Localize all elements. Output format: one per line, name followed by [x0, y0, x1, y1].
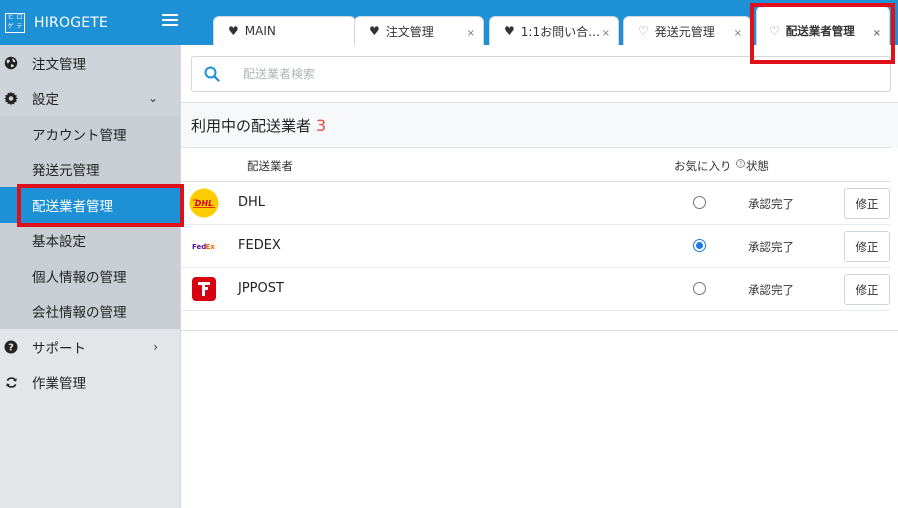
carrier-name: JPPOST	[238, 281, 284, 296]
edit-button[interactable]: 修正	[844, 231, 890, 262]
logo-char: ロ	[16, 14, 23, 21]
fedex-logo: Fed Ex	[189, 232, 219, 260]
edit-button[interactable]: 修正	[844, 188, 890, 219]
sidebar-item-shipper-management[interactable]: 発送元管理	[0, 151, 180, 187]
sidebar-item-label: 会社情報の管理	[32, 305, 127, 322]
brand[interactable]: ヒ ロ ゲ テ HIROGETE	[0, 0, 180, 45]
main-content: 利用中の配送業者3 配送業者 お気に入り ? 状態 DHL DHL 承認完了 修…	[181, 45, 898, 508]
sidebar-item-work-management[interactable]: 作業管理	[0, 364, 180, 400]
sidebar-item-label: サポート	[32, 340, 86, 357]
header-favorite: お気に入り	[674, 159, 732, 173]
logo-char: テ	[16, 23, 23, 30]
tab-label: MAIN	[244, 24, 276, 38]
panel-title: 利用中の配送業者 3	[191, 115, 326, 136]
menu-toggle-icon[interactable]	[162, 14, 178, 28]
sidebar-item-label: 設定	[32, 92, 59, 109]
tab-label: 配送業者管理	[785, 24, 855, 38]
jppost-logo	[189, 275, 219, 303]
edit-button[interactable]: 修正	[844, 274, 890, 305]
carrier-name: FEDEX	[238, 238, 281, 253]
gear-icon	[4, 91, 18, 106]
sidebar-item-label: 注文管理	[32, 56, 86, 73]
close-icon[interactable]: ×	[734, 28, 742, 39]
search-box	[191, 56, 891, 92]
sidebar-item-settings[interactable]: 設定 ⌄	[0, 80, 180, 116]
table-header: 配送業者 お気に入り ? 状態	[181, 148, 891, 182]
chevron-right-icon: ›	[153, 339, 158, 354]
table-row: Fed Ex FEDEX 承認完了 修正	[181, 225, 891, 268]
favorite-radio[interactable]	[693, 282, 706, 295]
favorite-radio[interactable]	[693, 196, 706, 209]
sidebar-item-basic-settings[interactable]: 基本設定	[0, 222, 180, 258]
header-carrier: 配送業者	[247, 159, 293, 173]
tab-label: 注文管理	[385, 24, 434, 39]
heart-outline-icon: ♡	[638, 24, 649, 38]
table-row: DHL DHL 承認完了 修正	[181, 182, 891, 225]
heart-filled-icon: ♥	[504, 24, 515, 38]
sidebar-item-carrier-management[interactable]: 配送業者管理	[0, 187, 180, 223]
header-status: 状態	[746, 159, 769, 173]
carrier-table: 配送業者 お気に入り ? 状態 DHL DHL 承認完了 修正 Fed Ex FE…	[181, 147, 891, 311]
sidebar-item-label: 個人情報の管理	[32, 269, 127, 286]
question-circle-icon: ?	[4, 340, 18, 354]
close-icon[interactable]: ×	[602, 28, 610, 39]
brand-logo: ヒ ロ ゲ テ	[5, 12, 25, 33]
status-text: 承認完了	[748, 240, 794, 254]
tab-shipper-management[interactable]: ♡ 発送元管理 ×	[623, 16, 751, 45]
sidebar-item-order-management[interactable]: 注文管理	[0, 45, 180, 81]
help-icon[interactable]: ?	[736, 159, 745, 168]
tab-inquiry[interactable]: ♥ 1:1お問い合… ×	[489, 16, 619, 45]
sidebar-item-company-info[interactable]: 会社情報の管理	[0, 293, 180, 329]
sidebar-item-personal-info[interactable]: 個人情報の管理	[0, 258, 180, 294]
favorite-radio[interactable]	[693, 239, 706, 252]
dhl-logo: DHL	[189, 188, 219, 218]
tab-label: 発送元管理	[654, 24, 715, 39]
panel-title-text: 利用中の配送業者	[191, 117, 312, 135]
carrier-name: DHL	[238, 195, 266, 210]
status-text: 承認完了	[748, 197, 794, 211]
refresh-icon	[4, 375, 18, 389]
sidebar-item-label: 配送業者管理	[32, 198, 113, 215]
sidebar-item-label: アカウント管理	[32, 127, 127, 144]
carrier-count: 3	[316, 116, 327, 135]
brand-name: HIROGETE	[34, 14, 109, 31]
svg-text:?: ?	[8, 342, 14, 353]
close-icon[interactable]: ×	[873, 28, 881, 39]
sidebar: 注文管理 設定 ⌄ アカウント管理 発送元管理 配送業者管理 基本設定 個人情報…	[0, 45, 181, 508]
heart-filled-icon: ♥	[369, 24, 380, 38]
heart-outline-icon: ♡	[769, 24, 780, 38]
sidebar-item-label: 基本設定	[32, 234, 86, 251]
status-text: 承認完了	[748, 283, 794, 297]
table-row: JPPOST 承認完了 修正	[181, 268, 891, 311]
tab-main[interactable]: ♥ MAIN	[213, 16, 356, 45]
close-icon[interactable]: ×	[467, 28, 475, 39]
globe-icon	[4, 56, 18, 70]
sidebar-item-label: 作業管理	[32, 376, 86, 393]
top-bar: ヒ ロ ゲ テ HIROGETE ♥ MAIN ♥ 注文管理 × ♥ 1:1お問…	[0, 0, 898, 55]
chevron-down-icon: ⌄	[147, 91, 158, 106]
search-icon[interactable]	[204, 66, 220, 82]
logo-char: ヒ	[7, 14, 14, 21]
sidebar-item-support[interactable]: ? サポート ›	[0, 329, 180, 365]
svg-text:Fed: Fed	[192, 243, 206, 251]
divider	[181, 330, 898, 331]
search-input[interactable]	[243, 67, 843, 81]
sidebar-item-account-management[interactable]: アカウント管理	[0, 116, 180, 152]
tab-order-management[interactable]: ♥ 注文管理 ×	[354, 16, 484, 45]
search-bar	[181, 45, 898, 103]
logo-char: ゲ	[7, 23, 14, 30]
svg-text:Ex: Ex	[206, 243, 216, 251]
tab-label: 1:1お問い合…	[520, 24, 601, 39]
heart-filled-icon: ♥	[228, 24, 239, 38]
sidebar-item-label: 発送元管理	[32, 163, 100, 180]
